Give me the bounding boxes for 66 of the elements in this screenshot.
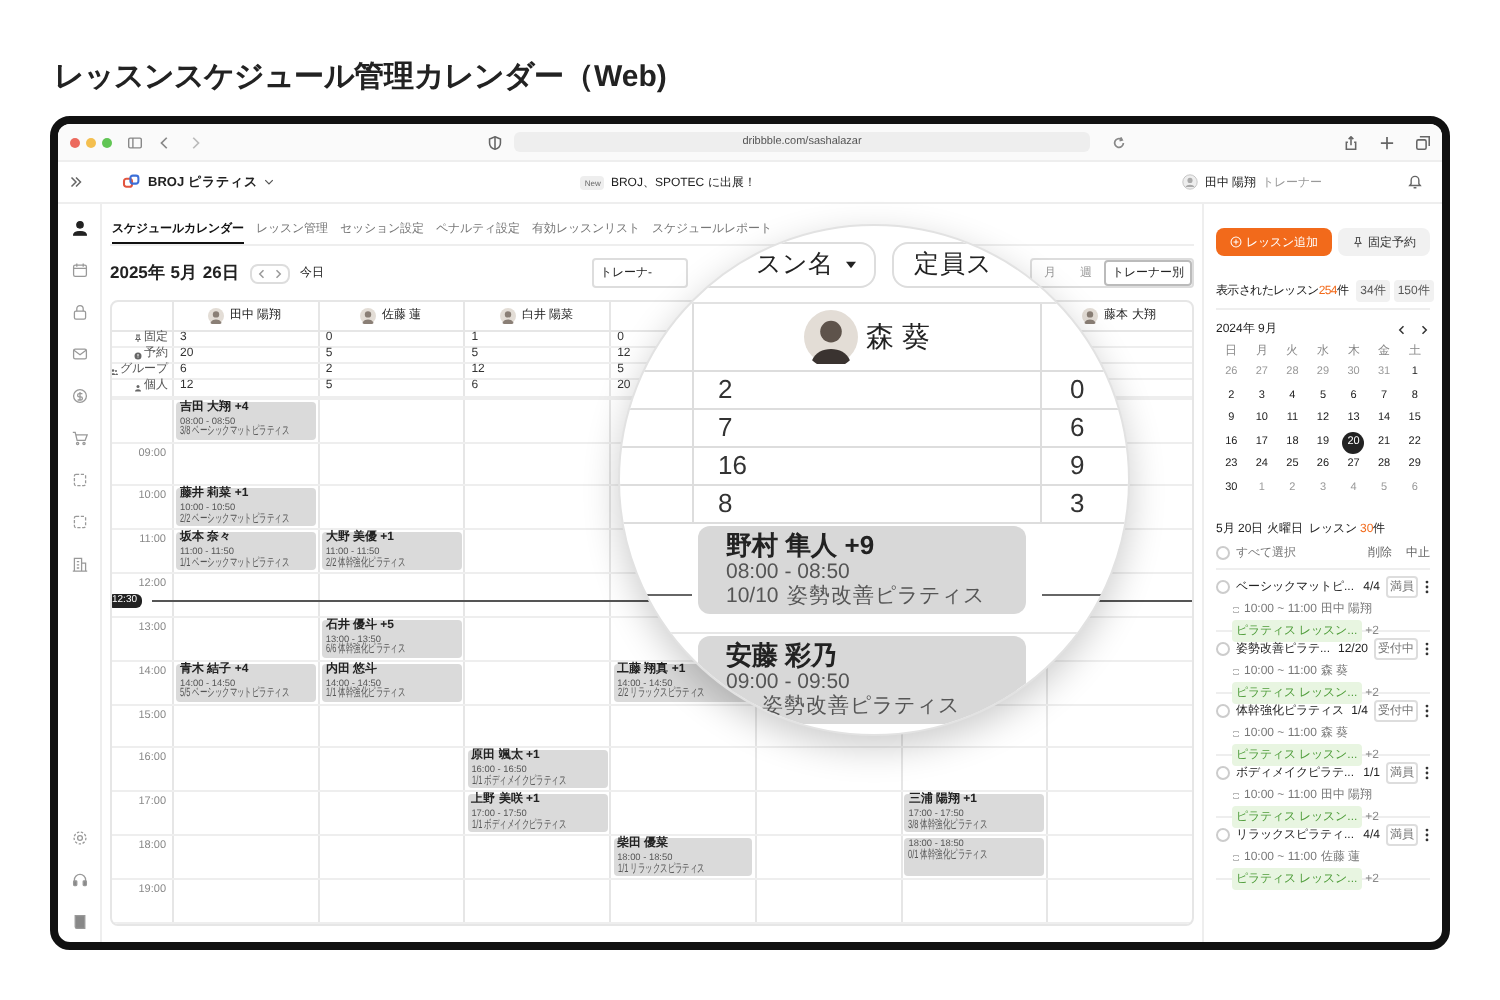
lesson-checkbox[interactable]	[1216, 766, 1230, 780]
bell-icon[interactable]	[1408, 174, 1422, 190]
select-all-checkbox[interactable]	[1216, 546, 1230, 560]
count-value: 8	[718, 488, 733, 518]
square-icon[interactable]	[71, 472, 87, 488]
event-capacity: 10/10	[726, 584, 779, 608]
square-icon[interactable]	[71, 514, 87, 530]
count-value: 3	[1070, 488, 1085, 518]
tabs-icon[interactable]	[1416, 135, 1430, 149]
cart-icon[interactable]	[71, 430, 87, 446]
count-value: 0	[1070, 374, 1085, 404]
count-value: 16	[718, 450, 747, 480]
event-title: 野村 隼人 +9	[726, 530, 877, 560]
personal-icon	[134, 383, 142, 392]
user-icon[interactable]	[71, 220, 87, 236]
expand-icon[interactable]	[70, 176, 82, 188]
reload-icon[interactable]	[1112, 135, 1126, 149]
avatar	[499, 307, 516, 324]
event-lesson: 姿勢改善ピラティス	[786, 584, 985, 608]
coin-icon[interactable]	[71, 388, 87, 404]
book-icon[interactable]	[71, 914, 87, 930]
more-icon[interactable]	[1424, 704, 1430, 718]
shield-icon[interactable]	[488, 135, 502, 149]
more-icon[interactable]	[1424, 828, 1430, 842]
sidebar-icon[interactable]	[128, 135, 142, 149]
gear-icon[interactable]	[71, 830, 87, 846]
previous-icon[interactable]	[1396, 323, 1408, 335]
event-time: 08:00 - 08:50	[726, 560, 852, 584]
pin-icon	[1352, 236, 1364, 248]
lesson-checkbox[interactable]	[1216, 704, 1230, 718]
count-value: 6	[1070, 412, 1085, 442]
more-icon[interactable]	[1424, 642, 1430, 656]
count-value: 7	[718, 412, 733, 442]
back-icon[interactable]	[158, 135, 172, 149]
building-icon[interactable]	[71, 556, 87, 572]
calendar-icon[interactable]	[71, 262, 87, 278]
logo-icon	[122, 174, 142, 190]
page-title: レッスンスケジュール管理カレンダー（Web)	[54, 58, 669, 96]
count-value: 2	[718, 374, 733, 404]
more-icon[interactable]	[1424, 580, 1430, 594]
avatar	[359, 307, 376, 324]
caret-icon	[844, 260, 858, 270]
share-icon[interactable]	[1344, 135, 1358, 149]
avatar-icon[interactable]	[1182, 174, 1199, 190]
chevron-down-icon[interactable]	[263, 178, 274, 186]
avatar	[804, 310, 859, 364]
avatar	[208, 307, 225, 324]
lesson-checkbox[interactable]	[1216, 642, 1230, 656]
zoom-dot[interactable]	[102, 137, 112, 147]
next-icon[interactable]	[1418, 323, 1430, 335]
more-icon[interactable]	[1424, 766, 1430, 780]
lesson-event[interactable]: 野村 隼人 +9 08:00 - 08:50 10/10 姿勢改善ピラティス	[698, 526, 1026, 614]
date-heading: 2025年 5月 26日	[110, 261, 240, 285]
plus-circle-icon	[1230, 236, 1242, 248]
lesson-checkbox[interactable]	[1216, 580, 1230, 594]
close-dot[interactable]	[70, 137, 80, 147]
count-value: 9	[1070, 450, 1085, 480]
minimize-dot[interactable]	[86, 137, 96, 147]
lock-icon[interactable]	[71, 304, 87, 320]
avatar	[1082, 307, 1099, 324]
mail-icon[interactable]	[71, 346, 87, 362]
forward-icon[interactable]	[188, 135, 202, 149]
new-tab-icon[interactable]	[1380, 135, 1394, 149]
headset-icon[interactable]	[71, 872, 87, 888]
lesson-checkbox[interactable]	[1216, 828, 1230, 842]
trainer-name: 森 葵	[866, 319, 930, 355]
